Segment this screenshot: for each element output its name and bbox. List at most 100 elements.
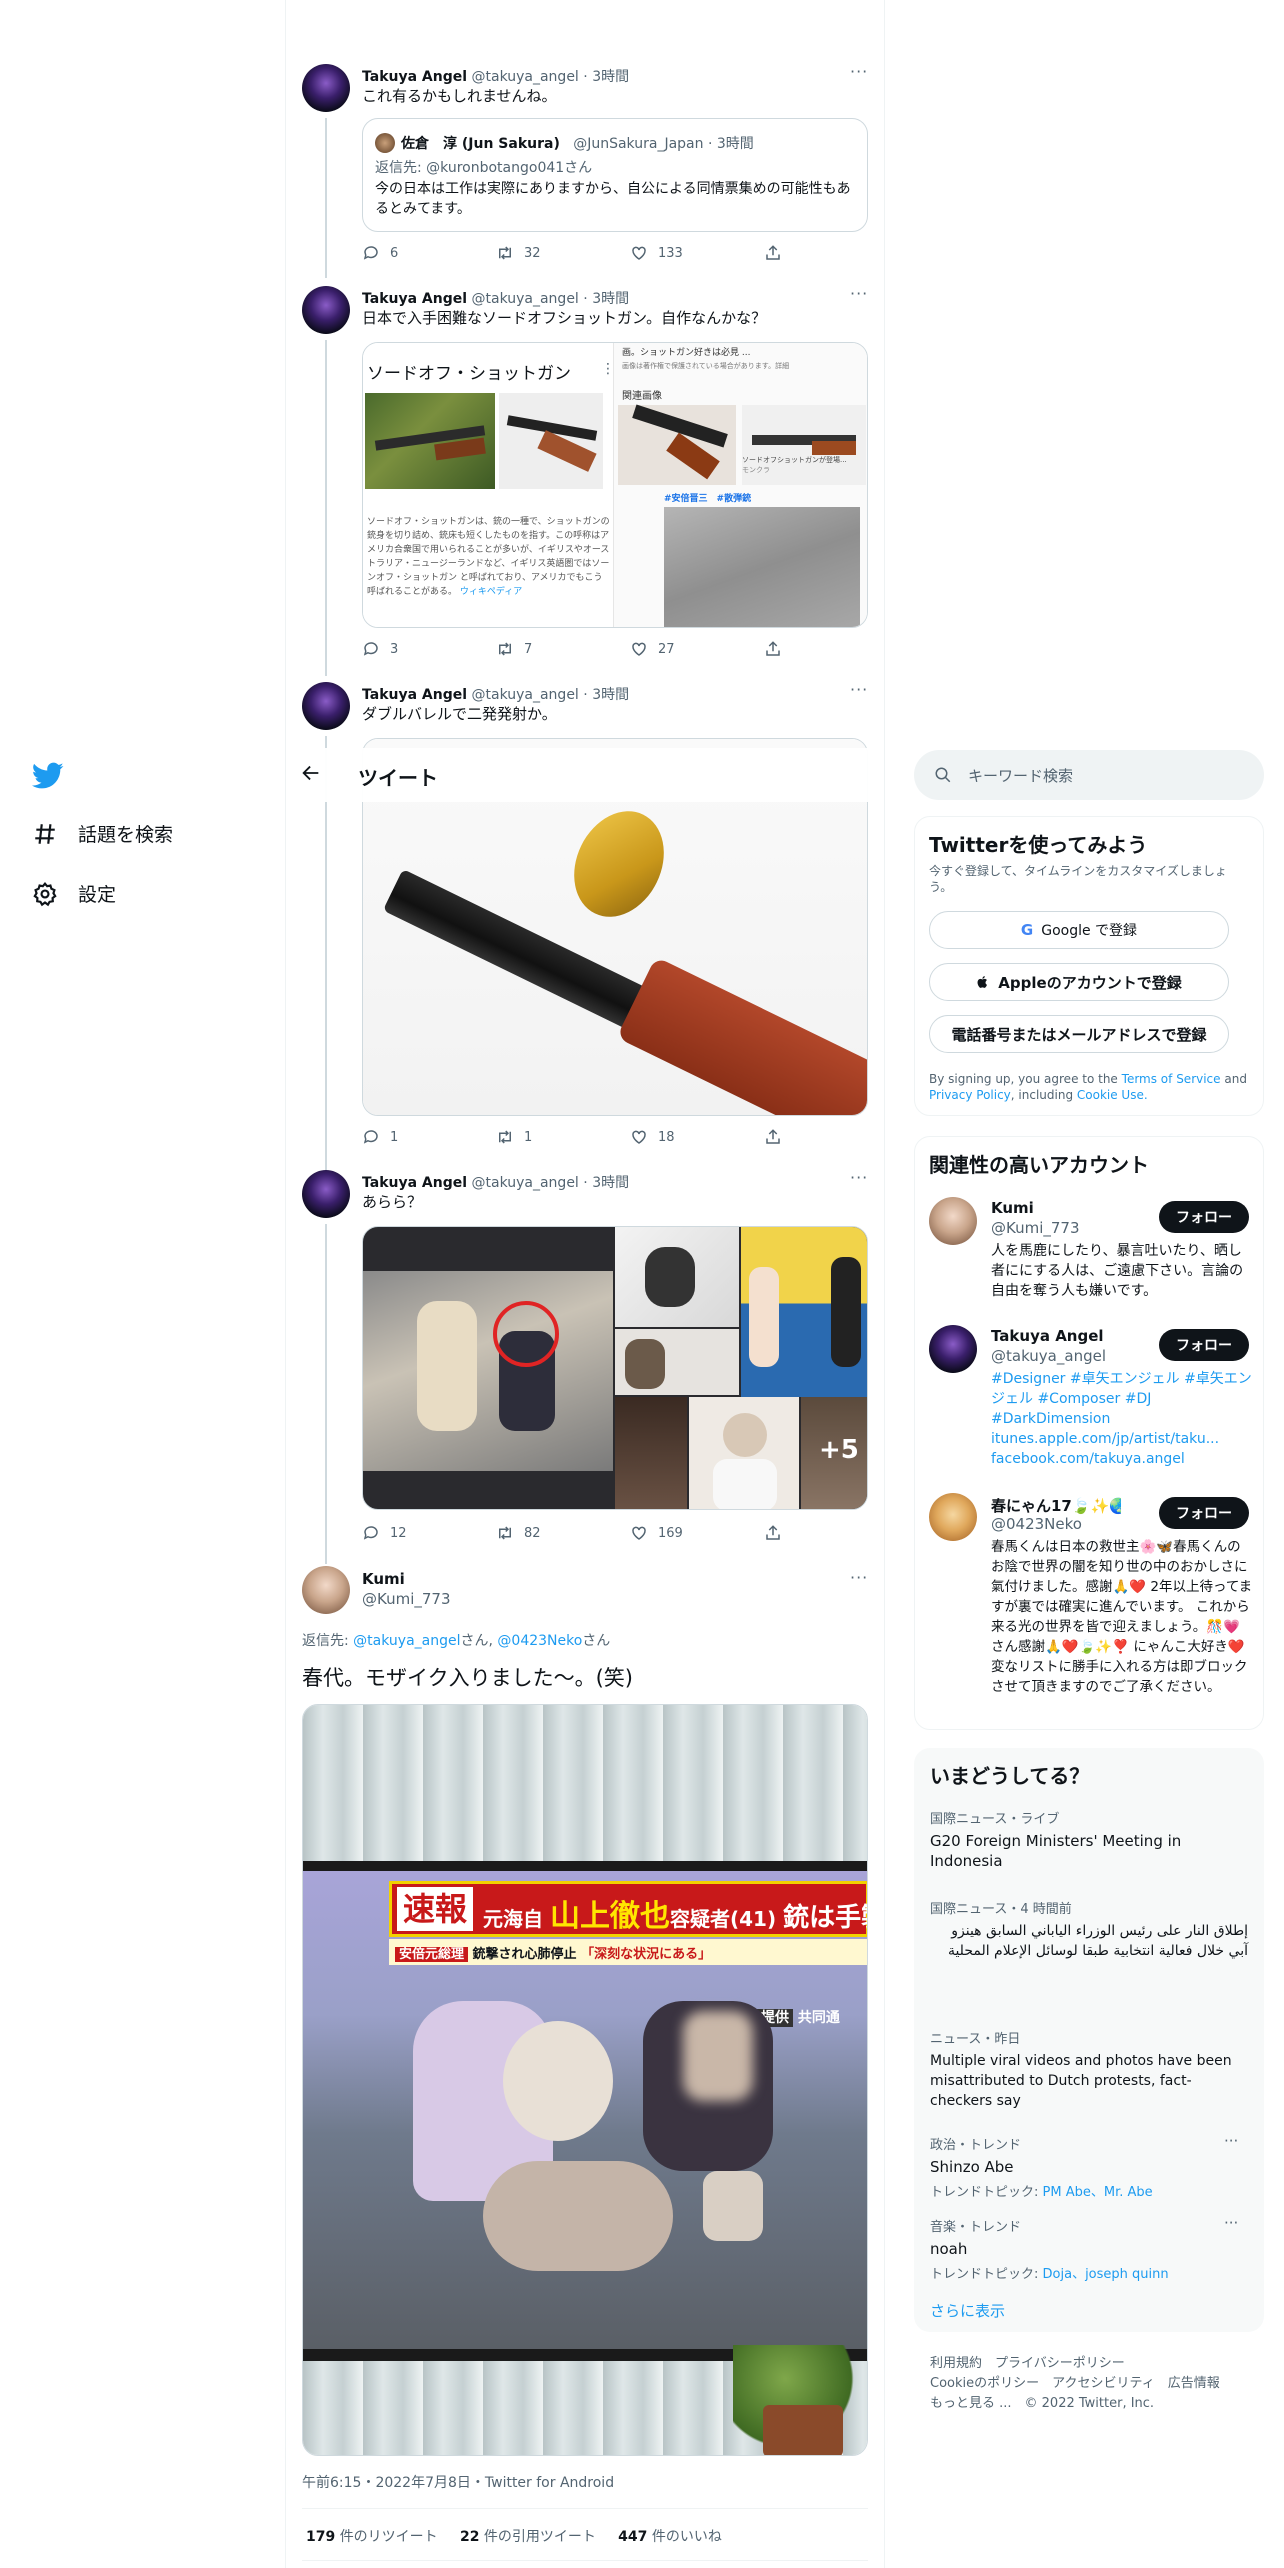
cookie-link[interactable]: Cookie Use. [1077,1088,1148,1102]
more-options-icon[interactable]: ··· [850,1168,868,1187]
avatar[interactable] [302,1566,350,1614]
footer-line[interactable]: もっと見る ... © 2022 Twitter, Inc. [930,2394,1220,2414]
trend-item[interactable]: 国際ニュース・ライブ G20 Foreign Ministers' Meetin… [930,1808,1248,1871]
banner-text: 元海自 山上徹也容疑者(41) 銃は手製 [483,1891,867,1935]
author-name[interactable]: Takuya Angel [362,687,467,703]
trend-topic-links[interactable]: Doja、joseph quinn [1043,2267,1169,2282]
search-input[interactable]: キーワード検索 [968,765,1073,786]
avatar[interactable] [302,682,350,730]
retweet-stat[interactable]: 179 件のリツイート [306,2529,438,2545]
author-handle[interactable]: @takuya_angel [472,291,579,307]
account-handle[interactable]: @takuya_angel [991,1347,1106,1365]
trend-item[interactable]: 政治・トレンド Shinzo Abe トレンドトピック: PM Abe、Mr. … [930,2134,1248,2200]
apple-signup-button[interactable]: Appleのアカウントで登録 [929,963,1229,1001]
reply-button[interactable]: 3 [362,640,496,658]
reply-to-link[interactable]: @0423Neko [497,1633,582,1649]
back-arrow-icon[interactable] [300,762,326,788]
like-stat[interactable]: 447 件のいいね [618,2529,722,2545]
privacy-link[interactable]: Privacy Policy [929,1088,1011,1102]
more-options-icon[interactable]: ··· [1224,2132,1238,2150]
author-name[interactable]: Takuya Angel [362,1175,467,1191]
credit-source: 共同通 [797,2010,840,2026]
search-box[interactable]: キーワード検索 [914,750,1264,800]
author-name[interactable]: Takuya Angel [362,69,467,85]
tweet-time[interactable]: 3時間 [592,687,629,703]
retweet-button[interactable]: 82 [496,1524,630,1542]
retweet-button[interactable]: 32 [496,244,630,262]
main-tweet-image[interactable]: 速報 元海自 山上徹也容疑者(41) 銃は手製 安倍元総理 銃撃され心肺停止 「… [302,1704,868,2456]
trend-item[interactable]: 国際ニュース・4 時間前 إطلاق النار على رئيس الوزرا… [930,1898,1248,1961]
footer-line[interactable]: Cookieのポリシー アクセシビリティ 広告情報 [930,2374,1220,2394]
quoted-text: 今の日本は工作は実際にありますから、自公による同情票集めの可能性もあるとみてます… [375,181,851,217]
account-handle[interactable]: @Kumi_773 [991,1219,1080,1237]
google-signup-button[interactable]: G Google で登録 [929,911,1229,949]
trend-category: 国際ニュース・4 時間前 [930,1902,1072,1917]
like-button[interactable]: 133 [630,244,764,262]
retweet-button[interactable]: 1 [496,1128,630,1146]
account-link[interactable]: itunes.apple.com/jp/artist/taku... [991,1429,1219,1449]
reply-count: 1 [390,1129,399,1145]
share-button[interactable] [764,244,898,262]
avatar[interactable] [929,1493,977,1541]
reply-button[interactable]: 1 [362,1128,496,1146]
avatar[interactable] [302,64,350,112]
more-options-icon[interactable]: ··· [1224,2214,1238,2232]
like-button[interactable]: 169 [630,1524,764,1542]
share-button[interactable] [764,640,898,658]
nav-explore[interactable]: 話題を検索 [32,820,173,847]
tweet-meta[interactable]: 午前6:15・2022年7月8日・Twitter for Android [302,2472,614,2492]
hashtag-icon [35,823,55,844]
more-options-icon[interactable]: ··· [850,62,868,81]
more-options-icon[interactable]: ··· [850,284,868,303]
tweet-time[interactable]: 3時間 [592,291,629,307]
account-bio-tags[interactable]: #Designer #卓矢エンジェル #卓矢エンジェル #Composer #D… [991,1369,1253,1429]
author-handle[interactable]: @takuya_angel [472,687,579,703]
author-handle[interactable]: @takuya_angel [472,69,579,85]
phone-signup-label: 電話番号またはメールアドレスで登録 [951,1025,1207,1044]
twitter-logo-icon[interactable] [32,762,64,794]
quote-stat[interactable]: 22 件の引用ツイート [460,2529,596,2545]
tweet-time[interactable]: 3時間 [592,69,629,85]
author-handle[interactable]: @Kumi_773 [362,1590,451,1608]
avatar[interactable] [929,1325,977,1373]
quoted-tweet[interactable]: 佐倉 淳 (Jun Sakura) @JunSakura_Japan · 3時間… [362,118,868,232]
like-button[interactable]: 18 [630,1128,764,1146]
avatar[interactable] [302,286,350,334]
banner-segment: 元海自 [483,1907,543,1931]
trend-topic-links[interactable]: PM Abe、Mr. Abe [1043,2185,1153,2200]
author-name[interactable]: Takuya Angel [362,291,467,307]
trend-item[interactable]: 音楽・トレンド noah トレンドトピック: Doja、joseph quinn [930,2216,1248,2282]
account-handle[interactable]: @0423Neko [991,1515,1082,1533]
account-name[interactable]: 春にゃん17🍃✨🌏... [991,1495,1121,1516]
follow-button[interactable]: フォロー [1159,1329,1249,1361]
account-name[interactable]: Kumi [991,1199,1034,1217]
like-count: 133 [658,245,683,261]
account-name[interactable]: Takuya Angel [991,1327,1104,1345]
reply-button[interactable]: 12 [362,1524,496,1542]
account-link[interactable]: facebook.com/takuya.angel [991,1449,1185,1469]
pavement-photo [664,507,860,627]
tweet-image-collage[interactable]: +5 [362,1226,868,1510]
tos-link[interactable]: Terms of Service [1122,1072,1221,1086]
follow-button[interactable]: フォロー [1159,1201,1249,1233]
retweet-button[interactable]: 7 [496,640,630,658]
avatar[interactable] [929,1197,977,1245]
more-options-icon[interactable]: ··· [850,1568,868,1587]
more-options-icon[interactable]: ··· [850,680,868,699]
tweet-time[interactable]: 3時間 [592,1175,629,1191]
reply-to-link[interactable]: @takuya_angel [353,1633,460,1649]
tweet-image-screenshot[interactable]: ソードオフ・ショットガン ⋮ ソードオフ・ショットガンは、銃の一種で、ショットガ… [362,342,868,628]
trend-item[interactable]: ニュース・昨日 Multiple viral videos and photos… [930,2028,1248,2111]
phone-signup-button[interactable]: 電話番号またはメールアドレスで登録 [929,1015,1229,1053]
author-name[interactable]: Kumi [362,1570,405,1588]
nav-settings[interactable]: 設定 [32,880,116,907]
share-button[interactable] [764,1524,898,1542]
share-button[interactable] [764,1128,898,1146]
footer-line[interactable]: 利用規約 プライバシーポリシー [930,2354,1220,2374]
author-handle[interactable]: @takuya_angel [472,1175,579,1191]
avatar[interactable] [302,1170,350,1218]
follow-button[interactable]: フォロー [1159,1497,1249,1529]
reply-button[interactable]: 6 [362,244,496,262]
show-more-link[interactable]: さらに表示 [930,2300,1005,2321]
like-button[interactable]: 27 [630,640,764,658]
